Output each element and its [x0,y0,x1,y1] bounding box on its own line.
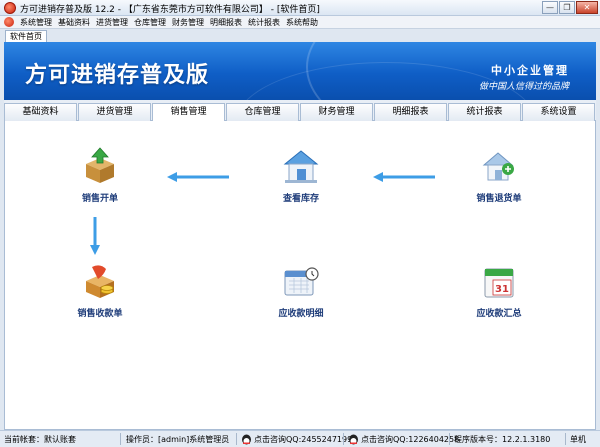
menu-detail-report[interactable]: 明细报表 [207,17,245,28]
money-bag-icon [86,265,114,298]
status-account: 当前帐套：默认账套 [4,435,76,444]
status-mode: 单机 [570,435,586,444]
sales-order-label: 销售开单 [81,194,118,204]
status-operator: 操作员：[admin]系统管理员 [126,435,230,444]
tab-finance[interactable]: 财务管理 [300,103,373,121]
restore-button[interactable]: ❐ [559,1,575,14]
receivable-summary-label: 应收款汇总 [476,309,522,319]
qq-penguin-icon [349,434,358,445]
tab-detail-report[interactable]: 明细报表 [374,103,447,121]
menu-logo-icon [4,17,14,27]
menu-help[interactable]: 系统帮助 [283,17,321,28]
close-button[interactable]: ✕ [576,1,598,14]
warehouse-house-icon [283,150,319,183]
sales-receipt-button[interactable]: 销售收款单 [60,261,140,331]
status-divider [120,433,121,445]
sales-order-button[interactable]: 销售开单 [60,146,140,216]
status-bar: 当前帐套：默认账套 操作员：[admin]系统管理员 点击咨询QQ:245524… [0,430,600,447]
tab-stat-report[interactable]: 统计报表 [448,103,521,121]
status-divider [236,433,237,445]
return-house-icon [482,152,514,181]
tab-basic-data[interactable]: 基础资料 [4,103,77,121]
menu-purchase[interactable]: 进货管理 [93,17,131,28]
banner-slogan: 中小企业管理 [491,64,569,77]
banner-title: 方可进销存普及版 [25,63,210,88]
status-version: 程序版本号：12.2.1.3180 [454,435,551,444]
menu-finance[interactable]: 财务管理 [169,17,207,28]
banner: 方可进销存普及版 中小企业管理 做中国人信得过的品牌 [4,42,596,100]
status-qq2[interactable]: 点击咨询QQ:1226404258 [361,434,459,445]
arrow-left-icon [373,172,435,182]
calendar-icon: 31 [484,268,514,298]
tab-warehouse[interactable]: 仓库管理 [226,103,299,121]
menu-stat-report[interactable]: 统计报表 [245,17,283,28]
sales-return-label: 销售退货单 [476,194,522,204]
app-logo-icon [4,2,16,14]
arrow-left-icon [167,172,229,182]
window-title: 方可进销存普及版 12.2 - 【广东省东莞市方可软件有限公司】 - [软件首页… [20,5,320,15]
status-divider [343,433,344,445]
window-controls: — ❐ ✕ [542,1,598,14]
status-divider [449,433,450,445]
calendar-clock-icon [284,267,319,296]
arrow-down-icon [90,217,100,255]
qq-penguin-icon [242,434,251,445]
menu-basic-data[interactable]: 基础资料 [55,17,93,28]
menu-bar: 系统管理 基础资料 进货管理 仓库管理 财务管理 明细报表 统计报表 系统帮助 [0,16,600,29]
tab-system-settings[interactable]: 系统设置 [522,103,595,121]
module-tabs: 基础资料 进货管理 销售管理 仓库管理 财务管理 明细报表 统计报表 系统设置 [4,100,596,122]
status-divider [565,433,566,445]
svg-text:31: 31 [495,284,509,295]
tab-purchase[interactable]: 进货管理 [78,103,151,121]
menu-system-manage[interactable]: 系统管理 [17,17,55,28]
receivable-summary-button[interactable]: 31 应收款汇总 [459,261,539,331]
tab-sales[interactable]: 销售管理 [152,103,225,122]
status-qq1[interactable]: 点击咨询QQ:2455247199 [254,434,352,445]
document-tab-row: 软件首页 [0,29,600,42]
check-stock-button[interactable]: 查看库存 [261,146,341,216]
check-stock-label: 查看库存 [282,194,319,204]
sales-receipt-label: 销售收款单 [77,309,123,319]
tab-home-page[interactable]: 软件首页 [5,30,47,42]
receivable-detail-button[interactable]: 应收款明细 [261,261,341,331]
banner-slogan-sub: 做中国人信得过的品牌 [478,82,569,92]
minimize-button[interactable]: — [542,1,558,14]
title-bar: 方可进销存普及版 12.2 - 【广东省东莞市方可软件有限公司】 - [软件首页… [0,0,600,16]
receivable-detail-label: 应收款明细 [278,309,324,319]
box-with-up-arrow-icon [86,147,114,183]
workflow-panel: 销售开单 查看库存 销售退货单 销售收款单 应收款明细 31 应收款汇总 [4,121,596,430]
sales-return-button[interactable]: 销售退货单 [459,146,539,216]
menu-warehouse[interactable]: 仓库管理 [131,17,169,28]
